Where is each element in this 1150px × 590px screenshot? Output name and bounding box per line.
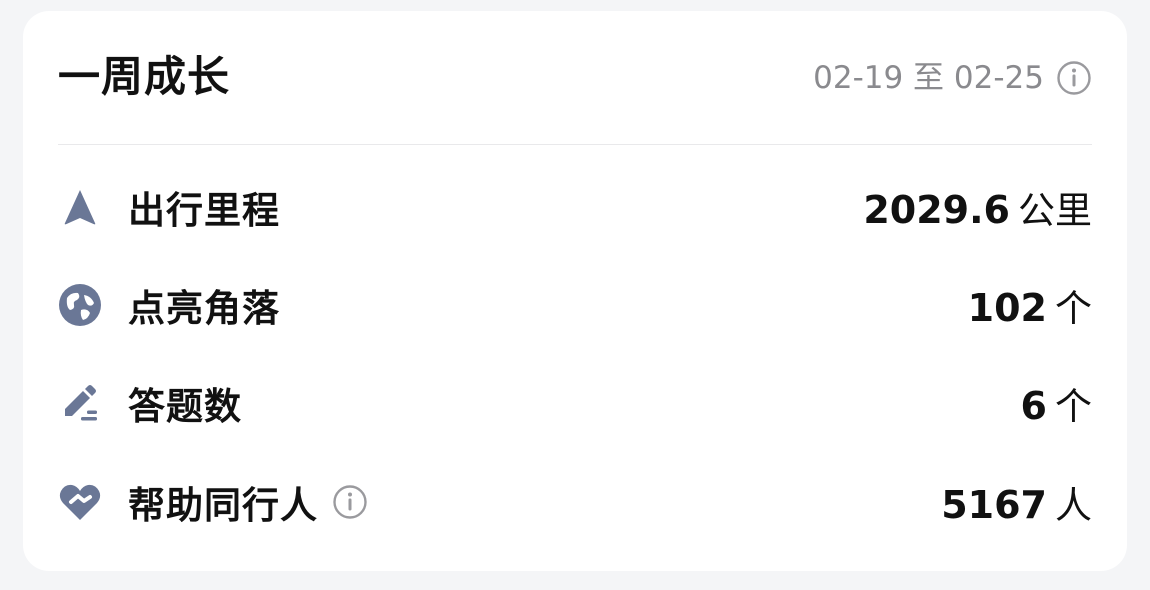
stat-label: 答题数 bbox=[128, 385, 242, 428]
date-range-text: 02-19 至 02-25 bbox=[813, 60, 1044, 96]
handshake-heart-icon bbox=[58, 480, 102, 524]
stat-unit: 公里 bbox=[1018, 189, 1092, 232]
stat-label: 点亮角落 bbox=[128, 287, 280, 330]
stat-row-helped: 帮助同行人 5167 人 bbox=[58, 472, 1092, 532]
stat-value-group: 6 个 bbox=[1021, 376, 1092, 430]
stat-row-corners: 点亮角落 102 个 bbox=[58, 275, 1092, 335]
card-title: 一周成长 bbox=[58, 52, 231, 101]
stat-value-group: 2029.6 公里 bbox=[863, 180, 1092, 234]
navigation-arrow-icon bbox=[58, 185, 102, 229]
info-icon[interactable] bbox=[1056, 60, 1092, 96]
stat-value: 6 bbox=[1020, 384, 1047, 428]
card-header: 一周成长 02-19 至 02-25 bbox=[58, 11, 1092, 145]
date-range[interactable]: 02-19 至 02-25 bbox=[813, 56, 1092, 100]
stat-unit: 个 bbox=[1055, 287, 1092, 330]
stat-value: 5167 bbox=[941, 483, 1047, 527]
stat-value: 102 bbox=[967, 286, 1047, 330]
stat-value-group: 5167 人 bbox=[941, 475, 1092, 529]
pen-edit-icon bbox=[58, 381, 102, 425]
weekly-growth-card: 一周成长 02-19 至 02-25 出行里程 2029.6 公里 点亮角落 1… bbox=[23, 11, 1127, 571]
stat-unit: 个 bbox=[1055, 385, 1092, 428]
info-icon[interactable] bbox=[332, 484, 368, 520]
stat-value-group: 102 个 bbox=[968, 278, 1092, 332]
stat-label: 出行里程 bbox=[128, 189, 280, 232]
stat-value: 2029.6 bbox=[863, 188, 1010, 232]
stat-row-mileage: 出行里程 2029.6 公里 bbox=[58, 177, 1092, 237]
stat-row-answers: 答题数 6 个 bbox=[58, 373, 1092, 433]
stat-label: 帮助同行人 bbox=[128, 484, 318, 527]
stat-unit: 人 bbox=[1055, 484, 1092, 527]
globe-icon bbox=[58, 283, 102, 327]
